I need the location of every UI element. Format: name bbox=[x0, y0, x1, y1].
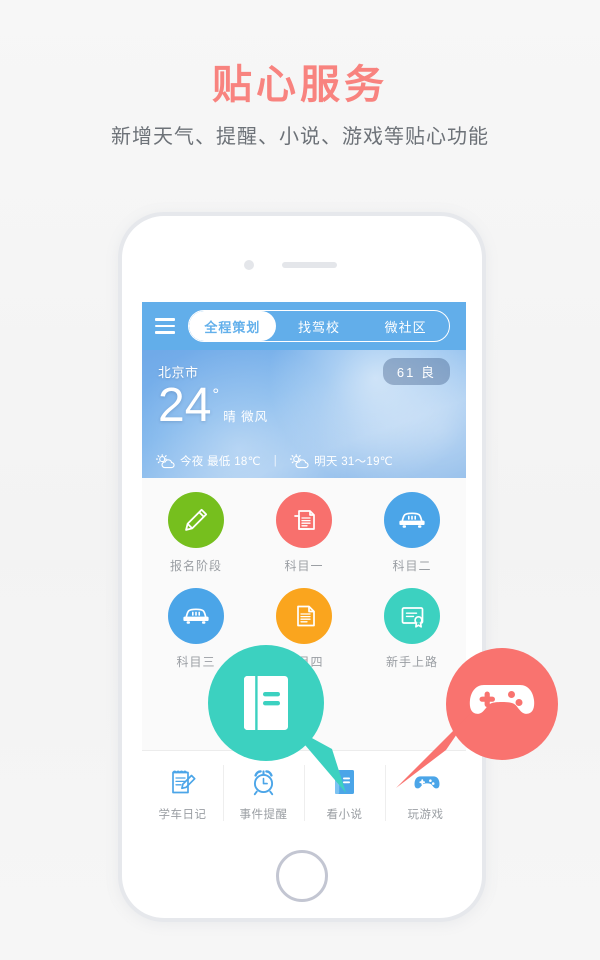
car-icon bbox=[168, 588, 224, 644]
phone-mockup: 全程策划 找驾校 微社区 北京市 61 良 24 ° 晴 微风 今夜 最低 18… bbox=[118, 212, 486, 922]
weather-forecast-row: 今夜 最低 18℃ | 明天 31～19℃ bbox=[156, 453, 456, 469]
forecast-tonight-text: 今夜 最低 18℃ bbox=[180, 456, 261, 468]
car-icon bbox=[384, 492, 440, 548]
callout-tail bbox=[288, 725, 346, 793]
camera-dot-icon bbox=[244, 260, 254, 270]
novel-callout bbox=[208, 645, 346, 793]
gamepad-icon bbox=[469, 685, 535, 714]
forecast-tomorrow: 明天 31～19℃ bbox=[290, 453, 393, 469]
grid-item-signup[interactable]: 报名阶段 bbox=[142, 492, 250, 574]
page-subtitle: 新增天气、提醒、小说、游戏等贴心功能 bbox=[111, 126, 489, 148]
home-button[interactable] bbox=[276, 850, 328, 902]
grid-row: 报名阶段 科目一 科目二 bbox=[142, 492, 466, 574]
air-quality-badge: 61 良 bbox=[382, 358, 450, 385]
sun-behind-cloud-icon bbox=[290, 453, 309, 469]
certificate-icon bbox=[384, 588, 440, 644]
speaker-grille-icon bbox=[282, 262, 337, 268]
page-title: 贴心服务 bbox=[212, 63, 388, 107]
grid-item-label: 新手上路 bbox=[385, 655, 438, 669]
degree-symbol: ° bbox=[212, 385, 220, 404]
document-icon bbox=[276, 492, 332, 548]
tab-full-plan[interactable]: 全程策划 bbox=[189, 311, 276, 341]
grid-item-subject-2[interactable]: 科目二 bbox=[358, 492, 466, 574]
nav-item-label: 玩游戏 bbox=[407, 808, 444, 821]
grid-item-label: 科目二 bbox=[392, 559, 432, 573]
promo-page: 贴心服务 新增天气、提醒、小说、游戏等贴心功能 全程策划 找驾校 微社区 北京市… bbox=[0, 0, 600, 960]
weather-widget[interactable]: 北京市 61 良 24 ° 晴 微风 今夜 最低 18℃ | 明天 31～19℃ bbox=[142, 350, 466, 478]
nav-item-label: 学车日记 bbox=[158, 808, 207, 821]
weather-temperature: 24 bbox=[158, 379, 212, 432]
tab-bar: 全程策划 找驾校 微社区 bbox=[188, 310, 450, 342]
pencil-icon bbox=[168, 492, 224, 548]
grid-item-label: 报名阶段 bbox=[169, 559, 222, 573]
grid-item-label: 科目一 bbox=[284, 559, 324, 573]
nav-item-label: 看小说 bbox=[326, 808, 363, 821]
game-callout bbox=[396, 648, 558, 788]
tab-community[interactable]: 微社区 bbox=[362, 311, 449, 341]
nav-item-diary[interactable]: 学车日记 bbox=[142, 751, 223, 836]
forecast-tonight: 今夜 最低 18℃ bbox=[156, 453, 261, 469]
hamburger-menu-icon[interactable] bbox=[142, 318, 188, 334]
tab-find-school[interactable]: 找驾校 bbox=[276, 311, 363, 341]
sun-behind-cloud-icon bbox=[156, 453, 175, 469]
weather-condition: 晴 微风 bbox=[223, 409, 269, 424]
document-icon bbox=[276, 588, 332, 644]
notebook-pen-icon bbox=[168, 766, 198, 798]
app-topbar: 全程策划 找驾校 微社区 bbox=[142, 302, 466, 350]
nav-item-label: 事件提醒 bbox=[239, 808, 288, 821]
callout-tail bbox=[396, 712, 472, 788]
forecast-tomorrow-text: 明天 31～19℃ bbox=[314, 456, 393, 468]
forecast-separator: | bbox=[273, 455, 278, 467]
weather-temperature-block: 24 ° 晴 微风 bbox=[158, 379, 269, 432]
alarm-clock-icon bbox=[248, 766, 279, 798]
grid-item-subject-1[interactable]: 科目一 bbox=[250, 492, 358, 574]
